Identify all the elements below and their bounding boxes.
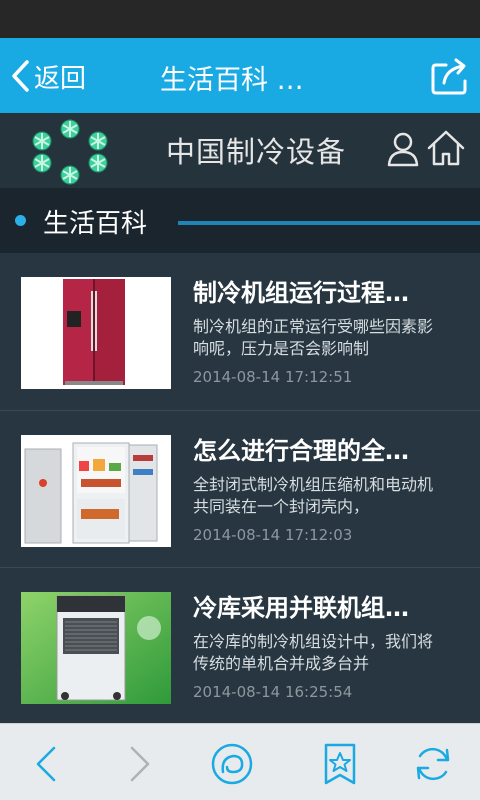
page-title: 生活百科 …: [160, 65, 304, 96]
status-bar: [0, 0, 480, 38]
section-divider: [178, 221, 480, 225]
share-icon: [431, 58, 467, 95]
list-item[interactable]: 冷库采用并联机组… 在冷库的制冷机组设计中，我们将传统的单机合并成多台并 201…: [0, 567, 480, 725]
snowflake-logo-icon: [32, 119, 108, 185]
home-icon[interactable]: [426, 129, 466, 167]
article-time: 2014-08-14 17:12:51: [193, 368, 353, 386]
refrigerator-red-image: [21, 277, 171, 389]
section-bullet: [15, 215, 26, 226]
browser-toolbar: [0, 723, 480, 800]
back-button[interactable]: 返回: [10, 56, 86, 96]
article-title: 怎么进行合理的全…: [193, 437, 409, 465]
refrigerator-open-image: [21, 435, 171, 547]
article-title: 制冷机组运行过程…: [193, 279, 409, 307]
dehumidifier-image: [21, 592, 171, 704]
article-summary: 全封闭式制冷机组压缩机和电动机共同装在一个封闭壳内，: [193, 475, 434, 516]
article-list: 制冷机组运行过程… 制冷机组的正常运行受哪些因素影响呢，压力是否会影响制 201…: [0, 253, 480, 723]
share-button[interactable]: [430, 56, 470, 96]
top-nav-bar: 返回 生活百科 …: [0, 38, 480, 113]
brand-name: 中国制冷设备: [166, 135, 347, 169]
browser-home-icon[interactable]: [209, 742, 255, 786]
article-time: 2014-08-14 17:12:03: [193, 526, 353, 544]
article-title: 冷库采用并联机组…: [193, 594, 409, 622]
forward-arrow-icon[interactable]: [116, 742, 162, 786]
bookmark-star-icon[interactable]: [317, 742, 363, 786]
article-summary: 在冷库的制冷机组设计中，我们将传统的单机合并成多台并: [193, 632, 434, 673]
chevron-left-icon: [12, 60, 29, 92]
article-summary: 制冷机组的正常运行受哪些因素影响呢，压力是否会影响制: [193, 317, 434, 358]
back-label: 返回: [34, 63, 87, 94]
brand-header: 中国制冷设备: [0, 113, 480, 188]
back-arrow-icon[interactable]: [24, 742, 70, 786]
article-thumbnail: [21, 435, 171, 547]
list-item[interactable]: 制冷机组运行过程… 制冷机组的正常运行受哪些因素影响呢，压力是否会影响制 201…: [0, 253, 480, 411]
user-icon[interactable]: [386, 131, 420, 167]
article-thumbnail: [21, 592, 171, 704]
article-time: 2014-08-14 16:25:54: [193, 683, 353, 701]
list-item[interactable]: 怎么进行合理的全… 全封闭式制冷机组压缩机和电动机共同装在一个封闭壳内， 201…: [0, 410, 480, 568]
section-title: 生活百科: [43, 209, 148, 239]
refresh-icon[interactable]: [410, 742, 456, 786]
section-header: 生活百科: [0, 188, 480, 253]
article-thumbnail: [21, 277, 171, 389]
